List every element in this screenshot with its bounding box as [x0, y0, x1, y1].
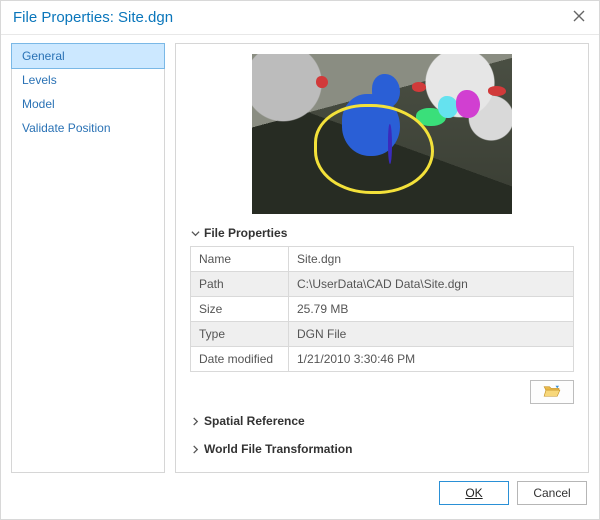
sidebar-item-model[interactable]: Model: [12, 92, 164, 116]
close-button[interactable]: [571, 10, 587, 26]
browse-button[interactable]: [530, 380, 574, 404]
folder-open-icon: [543, 384, 561, 401]
sidebar-item-label: Model: [22, 97, 55, 111]
file-properties-dialog: File Properties: Site.dgn General Levels…: [0, 0, 600, 520]
section-title: Spatial Reference: [204, 414, 305, 428]
ok-button[interactable]: OK: [439, 481, 509, 505]
chevron-right-icon: [190, 444, 200, 454]
table-row: Size 25.79 MB: [191, 297, 574, 322]
section-title: File Properties: [204, 226, 287, 240]
dialog-footer: OK Cancel: [1, 477, 599, 519]
sidebar-item-general[interactable]: General: [11, 43, 165, 69]
section-header-file-properties[interactable]: File Properties: [190, 218, 574, 246]
table-row: Path C:\UserData\CAD Data\Site.dgn: [191, 272, 574, 297]
prop-value: DGN File: [289, 322, 574, 347]
table-row: Type DGN File: [191, 322, 574, 347]
prop-key: Path: [191, 272, 289, 297]
section-title: World File Transformation: [204, 442, 352, 456]
titlebar: File Properties: Site.dgn: [1, 1, 599, 35]
browse-row: [190, 372, 574, 406]
prop-key: Type: [191, 322, 289, 347]
sidebar: General Levels Model Validate Position: [11, 43, 165, 473]
file-properties-table: Name Site.dgn Path C:\UserData\CAD Data\…: [190, 246, 574, 372]
prop-value: Site.dgn: [289, 247, 574, 272]
prop-key: Date modified: [191, 347, 289, 372]
sidebar-item-label: General: [22, 49, 65, 63]
prop-value: 1/21/2010 3:30:46 PM: [289, 347, 574, 372]
main-panel: File Properties Name Site.dgn Path C:\Us…: [175, 43, 589, 473]
table-row: Name Site.dgn: [191, 247, 574, 272]
sidebar-item-label: Validate Position: [22, 121, 111, 135]
close-icon: [573, 10, 585, 25]
dialog-body: General Levels Model Validate Position: [1, 35, 599, 477]
chevron-right-icon: [190, 416, 200, 426]
prop-key: Size: [191, 297, 289, 322]
table-row: Date modified 1/21/2010 3:30:46 PM: [191, 347, 574, 372]
sidebar-item-levels[interactable]: Levels: [12, 68, 164, 92]
window-title: File Properties: Site.dgn: [13, 9, 173, 26]
section-header-world-file-transformation[interactable]: World File Transformation: [190, 434, 574, 462]
prop-value: C:\UserData\CAD Data\Site.dgn: [289, 272, 574, 297]
cancel-button[interactable]: Cancel: [517, 481, 587, 505]
prop-value: 25.79 MB: [289, 297, 574, 322]
prop-key: Name: [191, 247, 289, 272]
sidebar-item-label: Levels: [22, 73, 57, 87]
file-thumbnail: [252, 54, 512, 214]
section-header-spatial-reference[interactable]: Spatial Reference: [190, 406, 574, 434]
sidebar-item-validate-position[interactable]: Validate Position: [12, 116, 164, 140]
chevron-down-icon: [190, 228, 200, 238]
